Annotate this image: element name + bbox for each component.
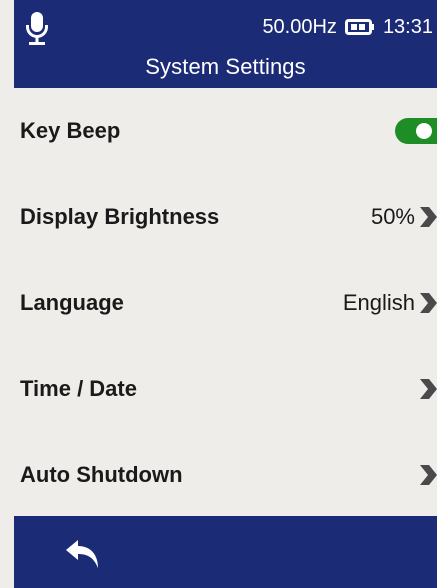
setting-row-key-beep[interactable]: Key Beep (0, 88, 437, 174)
setting-value-group (415, 432, 437, 518)
setting-label: Auto Shutdown (20, 462, 183, 487)
chevron-right-icon (420, 465, 437, 485)
setting-value: English (342, 290, 415, 315)
back-arrow-icon[interactable] (64, 536, 104, 572)
setting-value: 50% (370, 204, 415, 229)
header-bar: 50.00Hz 13:31 System Settings (14, 0, 437, 88)
setting-label: Language (20, 290, 124, 315)
footer-bar (14, 516, 437, 588)
status-info: 50.00Hz 13:31 (262, 15, 433, 39)
chevron-right-icon (420, 379, 437, 399)
setting-row-language[interactable]: Language English (0, 260, 437, 346)
chevron-right-icon (420, 207, 437, 227)
setting-value-group (415, 346, 437, 432)
microphone-icon (26, 12, 48, 45)
frequency-readout: 50.00Hz (262, 16, 337, 38)
toggle-knob (416, 123, 432, 139)
setting-row-display-brightness[interactable]: Display Brightness 50% (0, 174, 437, 260)
page-title: System Settings (145, 54, 306, 79)
key-beep-toggle[interactable] (395, 118, 437, 144)
clock: 13:31 (382, 16, 433, 38)
device-screen: 50.00Hz 13:31 System Settings Key Beep D… (0, 0, 437, 588)
setting-value-group: English (343, 260, 437, 346)
setting-row-auto-shutdown[interactable]: Auto Shutdown (0, 432, 437, 518)
setting-label: Display Brightness (20, 204, 220, 229)
setting-label: Key Beep (20, 118, 121, 143)
setting-row-time-date[interactable]: Time / Date (0, 346, 437, 432)
setting-value-group: 50% (371, 174, 437, 260)
battery-icon (344, 19, 374, 35)
settings-list: Key Beep Display Brightness 50% Language… (0, 88, 437, 516)
chevron-right-icon (420, 293, 437, 313)
setting-label: Time / Date (20, 376, 137, 401)
